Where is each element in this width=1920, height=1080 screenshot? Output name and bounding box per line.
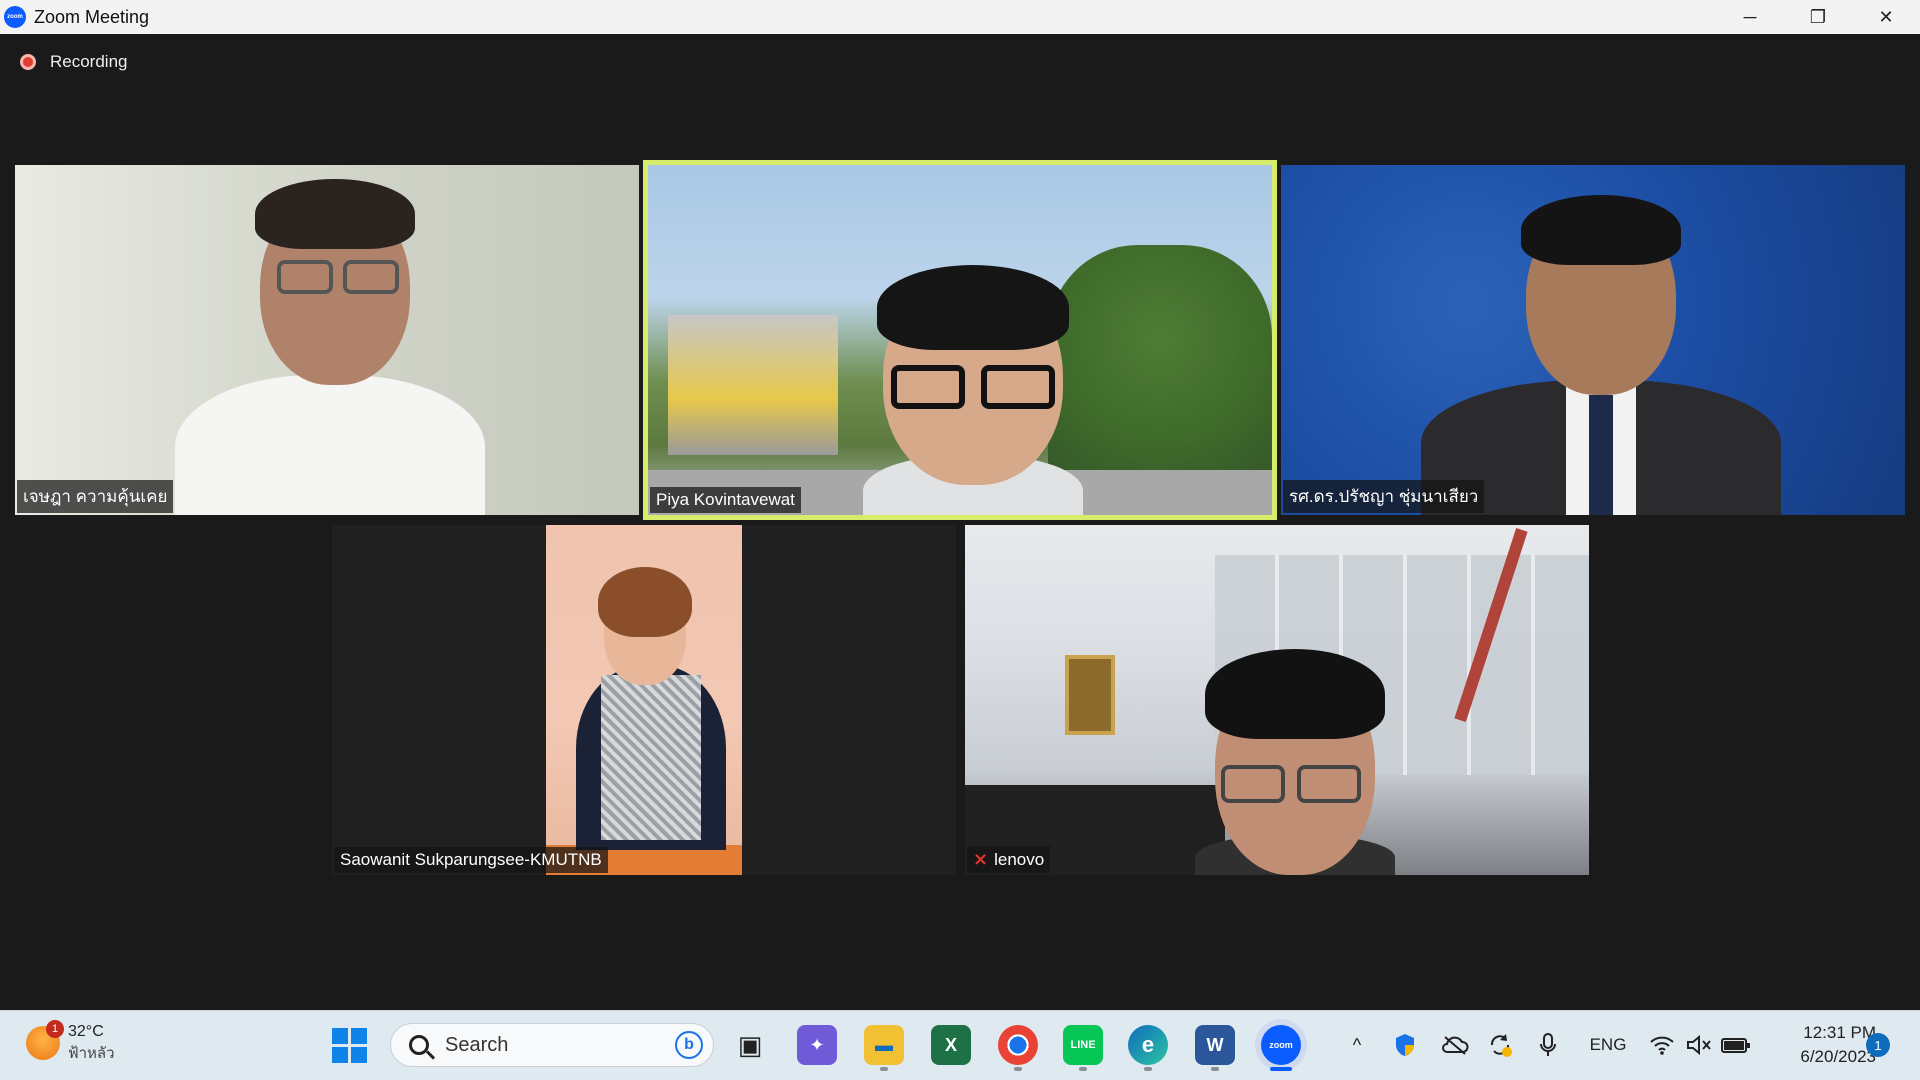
video-tile-participant-5[interactable]: ⨯ lenovo (965, 525, 1589, 875)
weather-widget[interactable]: 1 32°C ฟ้าหลัว (26, 1020, 115, 1065)
restore-button[interactable]: ❐ (1784, 0, 1852, 34)
participant-video (1401, 195, 1801, 515)
bing-icon[interactable]: b (675, 1031, 703, 1059)
video-tile-participant-1[interactable]: เจษฎา ความคุ้นเคย (15, 165, 639, 515)
vest (601, 675, 701, 840)
taskbar-search[interactable]: Search b (390, 1023, 714, 1067)
search-icon (409, 1035, 429, 1055)
microphone-muted-icon: ⨯ (973, 849, 989, 869)
recording-dot-icon (20, 54, 36, 70)
close-button[interactable]: ✕ (1852, 0, 1920, 34)
meeting-area: Recording เจษฎา ความคุ้นเคย Piya Kovinta… (0, 34, 1920, 1010)
task-view-icon: ▣ (737, 1029, 763, 1060)
participant-video (546, 525, 742, 875)
chrome-icon: ◉ (1010, 1035, 1026, 1056)
cloud-offline-icon[interactable] (1440, 1029, 1470, 1061)
line-running-indicator (1079, 1067, 1087, 1071)
line-icon: LINE (1070, 1039, 1096, 1051)
participant-name: รศ.ดร.ปรัชญา ชุ่มนาเสียว (1289, 487, 1479, 506)
chrome-button[interactable]: ◉ (998, 1025, 1038, 1065)
tie (1589, 395, 1613, 515)
clock-time: 12:31 PM (1803, 1023, 1876, 1042)
picture-frame (1065, 655, 1115, 735)
taskbar: 1 32°C ฟ้าหลัว Search b ▣ ✦ ▬ X ◉ LINE e… (0, 1010, 1920, 1080)
folder-icon: ▬ (875, 1034, 893, 1055)
taskbar-clock[interactable]: 12:31 PM 6/20/2023 (1770, 1021, 1876, 1069)
participant-video (863, 265, 1083, 515)
task-view-button[interactable]: ▣ (730, 1025, 770, 1065)
participant-name: Piya Kovintavewat (656, 490, 795, 509)
video-tile-participant-4[interactable]: Saowanit Sukparungsee-KMUTNB (332, 525, 956, 875)
participant-video (1185, 645, 1405, 875)
clock-date: 6/20/2023 (1800, 1047, 1876, 1066)
file-explorer-button[interactable]: ▬ (864, 1025, 904, 1065)
participant-name-tag: Saowanit Sukparungsee-KMUTNB (334, 847, 608, 873)
line-button[interactable]: LINE (1063, 1025, 1103, 1065)
minimize-button[interactable]: ─ (1716, 0, 1784, 34)
zoom-button[interactable]: zoom (1261, 1025, 1301, 1065)
participant-name-tag: Piya Kovintavewat (650, 487, 801, 513)
language-indicator[interactable]: ENG (1583, 1029, 1633, 1061)
video-tile-participant-2[interactable]: Piya Kovintavewat (643, 160, 1277, 520)
sync-warning-icon[interactable] (1486, 1029, 1514, 1061)
shield-icon[interactable] (1392, 1029, 1418, 1061)
participant-name-tag: ⨯ lenovo (967, 846, 1051, 873)
battery-charging-icon[interactable] (1720, 1029, 1752, 1061)
edge-button[interactable]: e (1128, 1025, 1168, 1065)
chat-icon: ✦ (809, 1034, 825, 1055)
participant-video (165, 175, 495, 515)
participant-name-tag: รศ.ดร.ปรัชญา ชุ่มนาเสียว (1283, 480, 1485, 513)
notification-badge[interactable]: 1 (1866, 1033, 1890, 1057)
word-running-indicator (1211, 1067, 1219, 1071)
word-icon: W (1206, 1034, 1224, 1055)
video-tile-participant-3[interactable]: รศ.ดร.ปรัชญา ชุ่มนาเสียว (1281, 165, 1905, 515)
weather-text: 32°C ฟ้าหลัว (68, 1021, 115, 1065)
zoom-app-icon: zoom (4, 6, 26, 28)
participant-name-tag: เจษฎา ความคุ้นเคย (17, 480, 174, 513)
excel-icon: X (944, 1034, 957, 1055)
edge-running-indicator (1144, 1067, 1152, 1071)
zoom-running-indicator (1270, 1067, 1292, 1071)
weather-badge: 1 (46, 1020, 64, 1038)
recording-label: Recording (50, 52, 128, 71)
weather-sun-icon: 1 (26, 1020, 64, 1060)
building-background (668, 315, 838, 455)
edge-icon: e (1141, 1032, 1155, 1057)
word-button[interactable]: W (1195, 1025, 1235, 1065)
speaker-muted-icon[interactable] (1685, 1029, 1713, 1061)
windows-logo-icon (331, 1027, 367, 1063)
wifi-icon[interactable] (1648, 1029, 1676, 1061)
window-title: Zoom Meeting (34, 6, 150, 27)
search-placeholder: Search (445, 1033, 509, 1056)
excel-button[interactable]: X (931, 1025, 971, 1065)
title-bar: zoom Zoom Meeting ─ ❐ ✕ (0, 0, 1920, 34)
zoom-icon: zoom (1269, 1040, 1293, 1050)
window-controls: ─ ❐ ✕ (1716, 0, 1920, 34)
chat-button[interactable]: ✦ (797, 1025, 837, 1065)
weather-condition: ฟ้าหลัว (68, 1045, 115, 1062)
chrome-running-indicator (1014, 1067, 1022, 1071)
zoom-app-icon-label: zoom (7, 14, 23, 20)
participant-name: lenovo (994, 849, 1045, 869)
participant-name: Saowanit Sukparungsee-KMUTNB (340, 850, 602, 869)
start-button[interactable] (329, 1025, 369, 1065)
recording-indicator[interactable]: Recording (20, 52, 128, 72)
file-explorer-running-indicator (880, 1067, 888, 1071)
weather-temperature: 32°C (68, 1023, 104, 1040)
participant-name: เจษฎา ความคุ้นเคย (23, 487, 168, 506)
microphone-icon[interactable] (1536, 1029, 1560, 1061)
show-hidden-icons-button[interactable]: ^ (1345, 1029, 1369, 1061)
